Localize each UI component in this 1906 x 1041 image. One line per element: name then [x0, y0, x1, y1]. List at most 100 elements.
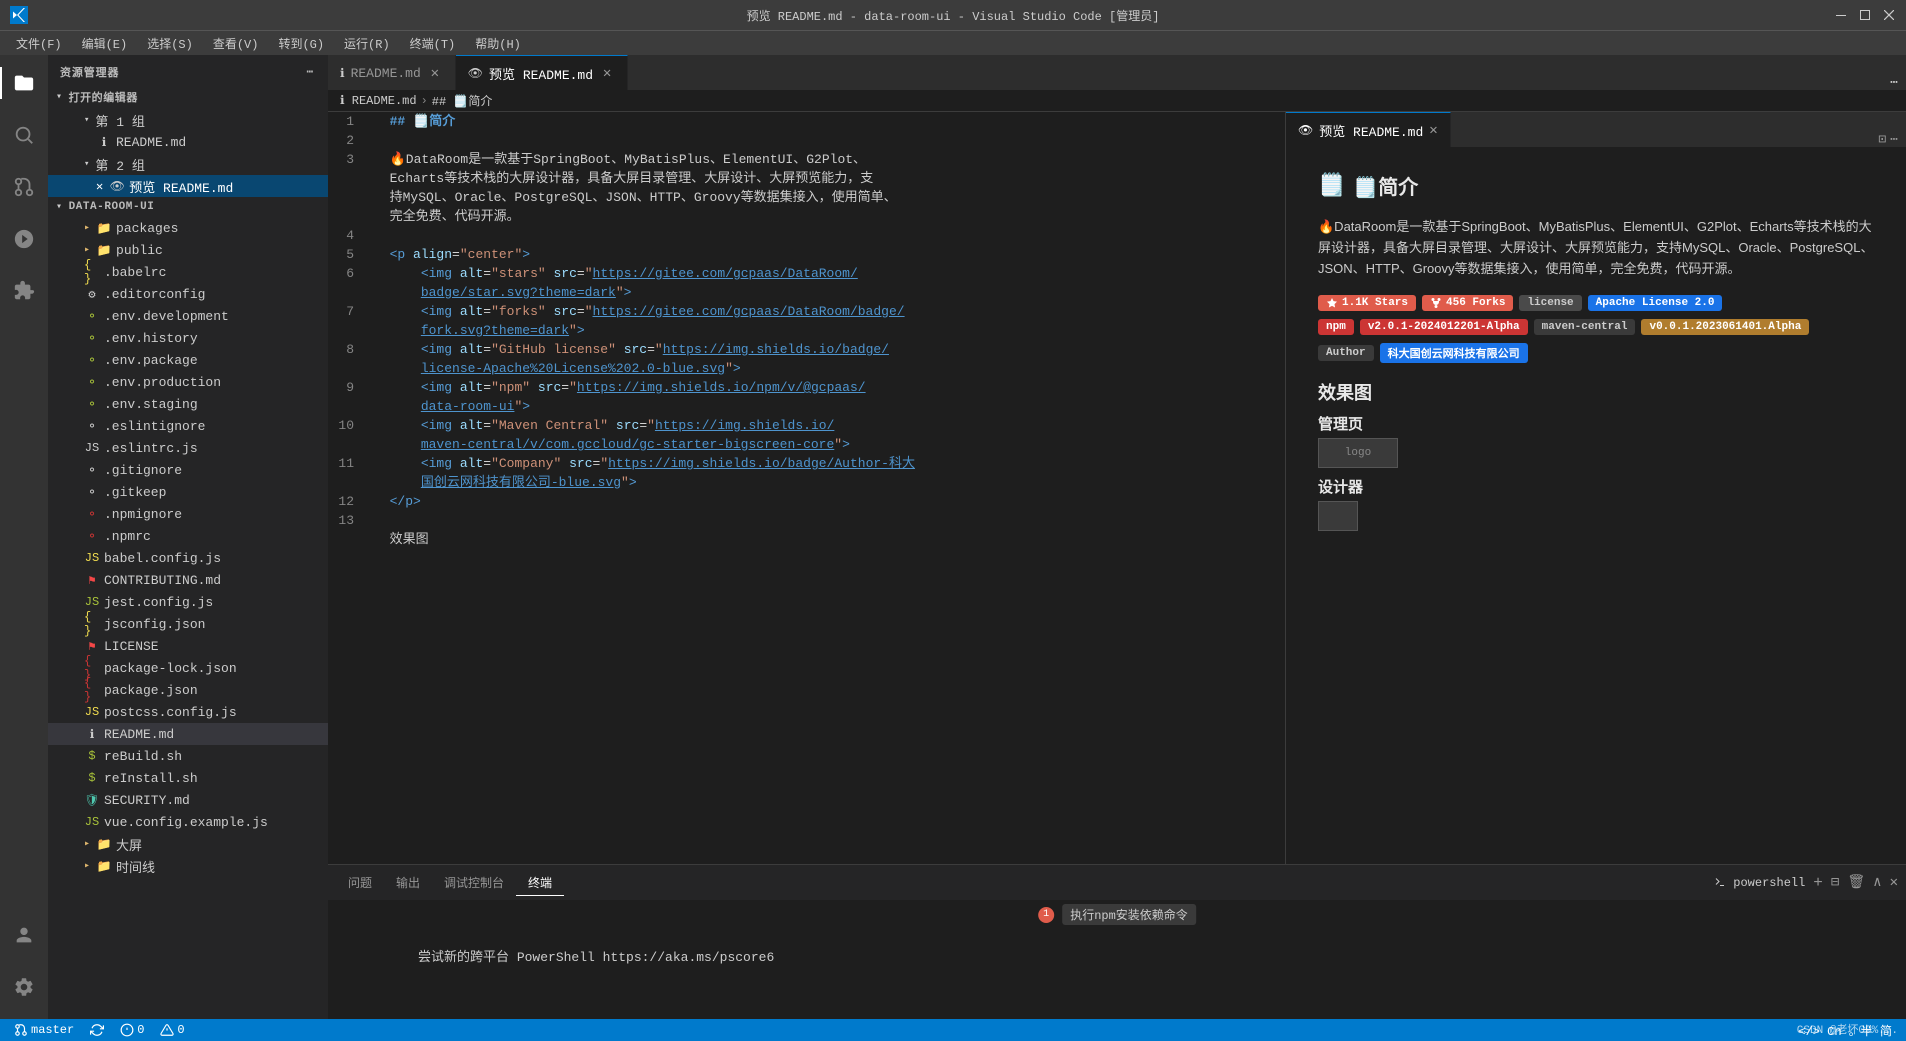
code-line-11a: 11 <img alt="Company" src="https://img.s…	[328, 454, 1285, 473]
menu-select[interactable]: 选择(S)	[139, 33, 201, 54]
status-warnings[interactable]: 0	[154, 1019, 190, 1041]
close-button[interactable]	[1882, 8, 1896, 22]
env-icon: ⚬	[84, 308, 100, 324]
terminal-trash-icon[interactable]: 🗑	[1847, 874, 1865, 891]
code-line-1: 1 ## 🗒️简介	[328, 112, 1285, 131]
preview-split-icon[interactable]: ⊡	[1878, 132, 1886, 147]
activity-account-icon[interactable]	[0, 911, 48, 959]
tab-preview-readme[interactable]: 👁 预览 README.md ✕	[456, 55, 628, 90]
section-open-editors[interactable]: ▾ 打开的编辑器	[48, 85, 328, 109]
menu-view[interactable]: 查看(V)	[205, 33, 267, 54]
file-package-json[interactable]: { } package.json	[48, 679, 328, 701]
code-line-8a: 8 <img alt="GitHub license" src="https:/…	[328, 340, 1285, 359]
tab-debug-console[interactable]: 调试控制台	[432, 870, 516, 895]
preview-more-icon[interactable]: ⋯	[1890, 132, 1898, 147]
group1-label: ▾ 第 1 组	[48, 109, 328, 131]
menu-help[interactable]: 帮助(H)	[467, 33, 529, 54]
file-gitkeep[interactable]: ⚬ .gitkeep	[48, 481, 328, 503]
activity-extensions-icon[interactable]	[0, 267, 48, 315]
preview-tab-item[interactable]: 👁 预览 README.md ✕	[1286, 112, 1451, 147]
maximize-button[interactable]	[1858, 8, 1872, 22]
activity-search-icon[interactable]	[0, 111, 48, 159]
security-icon: 🛡	[84, 792, 100, 808]
breadcrumb-section[interactable]: ## 🗒️简介	[432, 92, 493, 109]
status-git-branch[interactable]: master	[8, 1019, 80, 1041]
terminal-line-1: 尝试新的跨平台 PowerShell https://aka.ms/pscore…	[340, 928, 1894, 988]
file-env-prod[interactable]: ⚬ .env.production	[48, 371, 328, 393]
badge-npm-version: v2.0.1-2024012201-Alpha	[1360, 319, 1528, 335]
terminal-content[interactable]: 1 执行npm安装依赖命令 尝试新的跨平台 PowerShell https:/…	[328, 900, 1906, 1019]
sidebar-header: 资源管理器 ⋯	[48, 55, 328, 85]
preview-close-icon[interactable]: ✕	[1429, 122, 1437, 139]
minimize-button[interactable]	[1834, 8, 1848, 22]
license-icon: ⚑	[84, 638, 100, 654]
code-line-7a: 7 <img alt="forks" src="https://gitee.co…	[328, 302, 1285, 321]
file-jsconfig[interactable]: { } jsconfig.json	[48, 613, 328, 635]
file-eslintrc[interactable]: JS .eslintrc.js	[48, 437, 328, 459]
breadcrumb-file[interactable]: ℹ README.md	[340, 93, 417, 108]
file-babel-config[interactable]: JS babel.config.js	[48, 547, 328, 569]
sidebar: 资源管理器 ⋯ ▾ 打开的编辑器 ▾ 第 1 组 ℹ README.md ▾	[48, 55, 328, 1019]
tab-problems[interactable]: 问题	[336, 870, 384, 895]
file-babelrc[interactable]: { } .babelrc	[48, 261, 328, 283]
tab-terminal[interactable]: 终端	[516, 870, 564, 896]
menu-goto[interactable]: 转到(G)	[270, 33, 332, 54]
section-data-room-ui[interactable]: ▾ DATA-ROOM-UI	[48, 197, 328, 217]
file-readme-md[interactable]: ℹ README.md	[48, 723, 328, 745]
file-env-staging[interactable]: ⚬ .env.staging	[48, 393, 328, 415]
code-content[interactable]: 1 ## 🗒️简介 2 3 🔥DataRoom是一款基于SpringBoot、M…	[328, 112, 1285, 864]
file-npmignore[interactable]: ⚬ .npmignore	[48, 503, 328, 525]
folder-timeline[interactable]: ▸ 📁 时间线	[48, 855, 328, 877]
watermark: CSDN @老坏09%...	[1797, 1021, 1898, 1037]
file-vue-config[interactable]: JS vue.config.example.js	[48, 811, 328, 833]
file-item-readme-group1[interactable]: ℹ README.md	[48, 131, 328, 153]
file-reinstall[interactable]: $ reInstall.sh	[48, 767, 328, 789]
activity-source-control-icon[interactable]	[0, 163, 48, 211]
file-editorconfig[interactable]: ⚙ .editorconfig	[48, 283, 328, 305]
file-rebuild[interactable]: $ reBuild.sh	[48, 745, 328, 767]
tab-output[interactable]: 输出	[384, 870, 432, 895]
activity-settings-icon[interactable]	[0, 963, 48, 1011]
file-env-dev[interactable]: ⚬ .env.development	[48, 305, 328, 327]
pkg-lock-icon: { }	[84, 660, 100, 676]
status-sync-icon[interactable]	[84, 1019, 110, 1041]
terminal-add-icon[interactable]: +	[1813, 874, 1823, 892]
status-errors[interactable]: 0	[114, 1019, 150, 1041]
terminal-tab-bar: 问题 输出 调试控制台 终端 powershell + ⊟ 🗑 ∧ ✕	[328, 865, 1906, 900]
code-line-11b: 国创云网科技有限公司-blue.svg">	[328, 473, 1285, 492]
menu-file[interactable]: 文件(F)	[8, 33, 70, 54]
file-eslintignore[interactable]: ⚬ .eslintignore	[48, 415, 328, 437]
menu-run[interactable]: 运行(R)	[336, 33, 398, 54]
file-env-package[interactable]: ⚬ .env.package	[48, 349, 328, 371]
activity-debug-icon[interactable]	[0, 215, 48, 263]
folder-bigscreen-icon: 📁	[96, 836, 112, 852]
file-npmrc[interactable]: ⚬ .npmrc	[48, 525, 328, 547]
close-preview-icon[interactable]: ✕	[96, 179, 103, 194]
eslintrc-icon: JS	[84, 440, 100, 456]
terminal-close-icon[interactable]: ✕	[1890, 874, 1898, 891]
preview-content: 🗒️ 🗒️简介 🔥DataRoom是一款基于SpringBoot、MyBatis…	[1286, 147, 1906, 864]
jest-icon: JS	[84, 594, 100, 610]
tab-readme-close[interactable]: ✕	[427, 65, 443, 81]
file-security[interactable]: 🛡 SECURITY.md	[48, 789, 328, 811]
npmrc-icon: ⚬	[84, 528, 100, 544]
file-gitignore[interactable]: ⚬ .gitignore	[48, 459, 328, 481]
tab-preview-close[interactable]: ✕	[599, 65, 615, 81]
editor-area: ℹ README.md ✕ 👁 预览 README.md ✕ ⋯ ℹ READM…	[328, 55, 1906, 1019]
tab-more-icon[interactable]: ⋯	[1890, 75, 1898, 90]
sidebar-new-file-icon[interactable]: ⋯	[304, 63, 316, 81]
terminal-chevron-up-icon[interactable]: ∧	[1873, 874, 1881, 891]
menu-edit[interactable]: 编辑(E)	[74, 33, 136, 54]
jsconfig-icon: { }	[84, 616, 100, 632]
folder-bigscreen[interactable]: ▸ 📁 大屏	[48, 833, 328, 855]
code-line-3c: 持MySQL、Oracle、PostgreSQL、JSON、HTTP、Groov…	[328, 188, 1285, 207]
tab-readme-md[interactable]: ℹ README.md ✕	[328, 55, 456, 90]
file-postcss[interactable]: JS postcss.config.js	[48, 701, 328, 723]
folder-packages[interactable]: ▸ 📁 packages	[48, 217, 328, 239]
file-env-history[interactable]: ⚬ .env.history	[48, 327, 328, 349]
file-contributing[interactable]: ⚑ CONTRIBUTING.md	[48, 569, 328, 591]
terminal-split-icon[interactable]: ⊟	[1831, 874, 1839, 891]
file-item-preview-readme[interactable]: ✕ 👁 预览 README.md	[48, 175, 328, 197]
activity-explorer-icon[interactable]	[0, 59, 48, 107]
menu-terminal[interactable]: 终端(T)	[402, 33, 464, 54]
